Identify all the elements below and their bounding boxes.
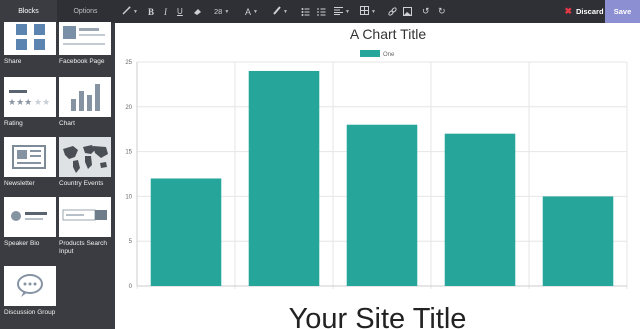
y-tick-label: 25 xyxy=(125,60,132,66)
block-label: Products Search Input xyxy=(59,240,108,255)
chart-title: A Chart Title xyxy=(350,26,426,42)
magic-wand-icon xyxy=(122,6,131,17)
legend-label: One xyxy=(383,52,395,58)
eraser-icon[interactable] xyxy=(193,0,202,23)
image-icon[interactable] xyxy=(403,0,412,23)
facebook-page-icon xyxy=(59,22,111,55)
underline-icon[interactable]: U xyxy=(177,0,183,23)
block-label: Facebook Page xyxy=(59,58,105,65)
bar xyxy=(542,196,614,286)
block-label: Speaker Bio xyxy=(4,240,40,247)
share-icon xyxy=(4,22,56,55)
bar xyxy=(150,178,222,286)
italic-icon[interactable]: I xyxy=(164,0,167,23)
block-label: Chart xyxy=(59,120,75,127)
bar-chart[interactable]: A Chart TitleOne0510152025FirstSecondThi… xyxy=(115,23,640,293)
align-left-icon xyxy=(334,6,343,17)
sidebar-tabs: Blocks Options xyxy=(0,0,115,23)
world-map-icon xyxy=(59,137,111,177)
brush-icon xyxy=(272,6,281,17)
block-speaker-bio[interactable]: Speaker Bio xyxy=(4,197,56,248)
table-dropdown[interactable]: ▼ xyxy=(360,0,376,23)
site-title[interactable]: Your Site Title xyxy=(115,303,640,329)
bar xyxy=(248,70,320,287)
block-rating[interactable]: ★★★ ★★ Rating xyxy=(4,77,56,128)
magic-wand-dropdown[interactable]: ▼ xyxy=(122,0,138,23)
bold-icon[interactable]: B xyxy=(148,0,154,23)
block-label: Discussion Group xyxy=(4,309,56,316)
block-facebook-page[interactable]: Facebook Page xyxy=(59,22,111,66)
bar xyxy=(444,133,516,286)
bar-chart-icon xyxy=(59,77,111,117)
save-label: Save xyxy=(613,7,632,16)
redo-icon[interactable]: ↻ xyxy=(438,0,446,23)
ordered-list-icon[interactable] xyxy=(317,0,326,23)
discard-label: Discard xyxy=(576,7,604,16)
y-tick-label: 20 xyxy=(125,105,132,111)
font-size-dropdown[interactable]: 28 ▼ xyxy=(214,0,229,23)
block-newsletter[interactable]: Newsletter xyxy=(4,137,56,188)
block-share[interactable]: Share xyxy=(4,22,56,66)
close-icon: ✖ xyxy=(564,6,573,16)
tab-blocks[interactable]: Blocks xyxy=(0,0,57,23)
link-icon[interactable] xyxy=(388,0,397,23)
discard-button[interactable]: ✖ Discard xyxy=(562,0,606,23)
page-canvas: A Chart TitleOne0510152025FirstSecondThi… xyxy=(115,23,640,329)
font-color-icon: A xyxy=(245,6,252,17)
bar xyxy=(346,124,418,286)
block-products-search-input[interactable]: Products Search Input xyxy=(59,197,111,256)
save-button[interactable]: Save xyxy=(605,0,640,23)
y-tick-label: 10 xyxy=(125,194,132,200)
font-color-dropdown[interactable]: A ▼ xyxy=(245,0,258,23)
highlight-dropdown[interactable]: ▼ xyxy=(272,0,288,23)
block-label: Share xyxy=(4,58,22,65)
svg-text:★★: ★★ xyxy=(34,98,50,108)
tab-options[interactable]: Options xyxy=(57,0,114,23)
block-country-events[interactable]: Country Events xyxy=(59,137,111,188)
rating-stars-icon: ★★★ ★★ xyxy=(4,77,56,117)
block-label: Newsletter xyxy=(4,180,35,187)
y-tick-label: 15 xyxy=(125,150,132,156)
align-dropdown[interactable]: ▼ xyxy=(334,0,350,23)
undo-icon[interactable]: ↺ xyxy=(422,0,430,23)
speaker-bio-icon xyxy=(4,197,56,237)
block-label: Rating xyxy=(4,120,23,127)
block-chart[interactable]: Chart xyxy=(59,77,111,128)
y-tick-label: 5 xyxy=(129,239,133,245)
speech-bubble-icon xyxy=(4,266,56,306)
table-icon xyxy=(360,6,369,17)
svg-text:★★★: ★★★ xyxy=(8,98,32,108)
editor-app: Blocks Options Share Facebook Page ★★★ ★… xyxy=(0,0,640,329)
blocks-sidebar: Blocks Options Share Facebook Page ★★★ ★… xyxy=(0,0,115,329)
block-label: Country Events xyxy=(59,180,104,187)
legend-swatch xyxy=(360,50,380,57)
editor-toolbar: ▼ B I U 28 ▼ A ▼ ▼ ▼ ▼ ↺ ↻ ✖ Discard Sav… xyxy=(115,0,640,23)
y-tick-label: 0 xyxy=(129,284,133,290)
font-size-value: 28 xyxy=(214,7,223,16)
block-discussion-group[interactable]: Discussion Group xyxy=(4,266,56,317)
unordered-list-icon[interactable] xyxy=(301,0,310,23)
newsletter-icon xyxy=(4,137,56,177)
search-input-icon xyxy=(59,197,111,237)
